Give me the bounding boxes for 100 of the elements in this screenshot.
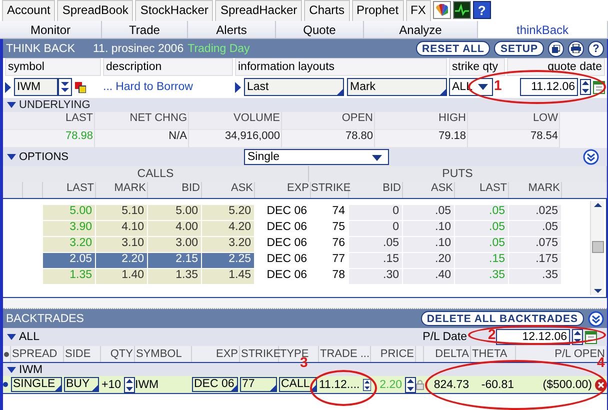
call-cell[interactable]: 4.10 [96, 221, 148, 237]
call-cell[interactable]: 1.45 [202, 269, 255, 285]
spinner-icon[interactable] [362, 376, 371, 392]
help-button[interactable]: ? [472, 1, 491, 19]
collapse-icon[interactable] [7, 102, 16, 108]
layout-field[interactable]: Mark [347, 78, 447, 96]
side-dropdown[interactable]: BUY [64, 377, 99, 392]
call-cell[interactable]: 2.05 [43, 253, 96, 269]
spinner-icon[interactable] [580, 79, 591, 95]
print-icon[interactable] [568, 40, 584, 56]
strike-dropdown[interactable]: 77 [240, 377, 277, 392]
spinner-icon[interactable] [405, 376, 416, 392]
caret-icon[interactable] [478, 84, 488, 90]
table-cell: 78.54 [468, 130, 560, 148]
collapse-icon[interactable] [588, 310, 604, 326]
quote-date-field[interactable]: 11.12.06 [520, 78, 578, 96]
strategy-dropdown[interactable]: Single [244, 149, 389, 165]
trade-date-value[interactable]: 11.12.... [319, 378, 362, 390]
column-header: LOW [468, 112, 560, 130]
scrollbar[interactable] [590, 201, 604, 295]
put-cell[interactable]: .20 [403, 253, 455, 269]
call-cell[interactable]: 3.20 [202, 237, 255, 253]
play-icon[interactable] [5, 82, 11, 92]
close-icon[interactable] [595, 378, 607, 390]
put-cell[interactable]: .05 [403, 205, 455, 221]
caret-icon[interactable] [372, 155, 382, 161]
peacock-icon[interactable] [432, 1, 451, 19]
scroll-thumb[interactable] [592, 241, 604, 253]
type-dropdown[interactable]: CALL [279, 377, 317, 392]
put-cell[interactable]: .30 [349, 269, 403, 285]
expand-icon[interactable] [583, 149, 599, 165]
put-cell[interactable]: .40 [403, 269, 455, 285]
app-tab[interactable]: StockHacker [135, 0, 214, 21]
put-cell[interactable]: .10 [403, 221, 455, 237]
call-cell[interactable]: 5.20 [202, 205, 255, 221]
scroll-up-icon[interactable] [592, 201, 602, 209]
call-cell[interactable]: 1.40 [96, 269, 148, 285]
section-title: UNDERLYING [19, 99, 90, 111]
sub-tab[interactable]: Trade [102, 21, 188, 38]
window-icon[interactable] [548, 40, 564, 56]
spinner-icon[interactable] [124, 376, 135, 392]
put-cell[interactable]: .35 [509, 269, 562, 285]
app-tab[interactable]: Charts [304, 0, 350, 21]
call-cell[interactable]: 4.20 [202, 221, 255, 237]
column-header: LAST [3, 112, 95, 130]
column-header: HIGH [375, 112, 468, 130]
annotation-ellipse [310, 370, 377, 406]
app-tab[interactable]: SpreadHacker [215, 0, 302, 21]
put-cell[interactable]: .15 [349, 253, 403, 269]
call-cell[interactable]: 5.10 [96, 205, 148, 221]
day-status: Trading Day [188, 42, 250, 54]
help-button[interactable]: ? [588, 40, 604, 56]
spread-dropdown[interactable]: SINGLE [11, 377, 62, 392]
put-cell[interactable]: .05 [349, 237, 403, 253]
scroll-down-icon[interactable] [592, 287, 602, 295]
call-cell[interactable]: 1.35 [148, 269, 202, 285]
put-cell[interactable]: .10 [403, 237, 455, 253]
put-cell[interactable]: .025 [509, 205, 562, 221]
squares-icon[interactable] [75, 82, 86, 92]
call-cell[interactable]: 4.00 [148, 221, 202, 237]
collapse-icon[interactable] [7, 334, 16, 340]
collapse-icon[interactable] [7, 366, 16, 372]
app-tab[interactable]: FX [406, 0, 431, 21]
heartbeat-icon[interactable] [452, 1, 471, 19]
header-button[interactable]: SETUP [494, 41, 544, 56]
call-cell[interactable]: 5.00 [148, 205, 202, 221]
play-icon[interactable] [235, 82, 241, 92]
layout-field[interactable]: Last [244, 78, 344, 96]
pl-date-label: P/L Date [422, 331, 467, 343]
app-tab[interactable]: SpreadBook [57, 0, 134, 21]
call-cell[interactable]: 2.20 [96, 253, 148, 269]
qty-value[interactable]: +10 [101, 378, 123, 390]
spinner-icon[interactable] [572, 329, 583, 345]
calendar-icon[interactable] [593, 80, 605, 94]
column-header: NET CHNG [95, 112, 189, 130]
call-cell[interactable]: 3.00 [148, 237, 202, 253]
delete-all-button[interactable]: DELETE ALL BACKTRADES [420, 311, 584, 326]
sub-tab[interactable]: Monitor [0, 21, 102, 38]
put-cell[interactable]: .05 [509, 221, 562, 237]
collapse-icon[interactable] [7, 154, 16, 160]
dropdown-icon[interactable] [58, 78, 72, 96]
put-cell[interactable]: .075 [509, 237, 562, 253]
description-text: ... [103, 81, 113, 93]
put-cell[interactable]: 0 [349, 221, 403, 237]
put-cell[interactable]: 0 [349, 205, 403, 221]
exp-dropdown[interactable]: DEC 06 [192, 377, 238, 392]
app-tab[interactable]: Prophet [352, 0, 404, 21]
sub-tab[interactable]: thinkBack [478, 21, 608, 38]
calendar-icon[interactable] [585, 330, 597, 344]
put-cell[interactable]: .175 [509, 253, 562, 269]
call-cell[interactable]: 3.10 [96, 237, 148, 253]
symbol-cell-text: IWM [135, 378, 160, 390]
header-button[interactable]: RESET ALL [416, 41, 490, 56]
sub-tab[interactable]: Alerts [188, 21, 276, 38]
call-cell[interactable]: 2.15 [148, 253, 202, 269]
call-cell[interactable]: 2.25 [202, 253, 255, 269]
symbol-field[interactable]: IWM [14, 78, 58, 96]
hard-to-borrow-link[interactable]: Hard to Borrow [116, 81, 193, 93]
sub-tab[interactable]: Quote [276, 21, 364, 38]
app-tab[interactable]: Account [2, 0, 56, 21]
